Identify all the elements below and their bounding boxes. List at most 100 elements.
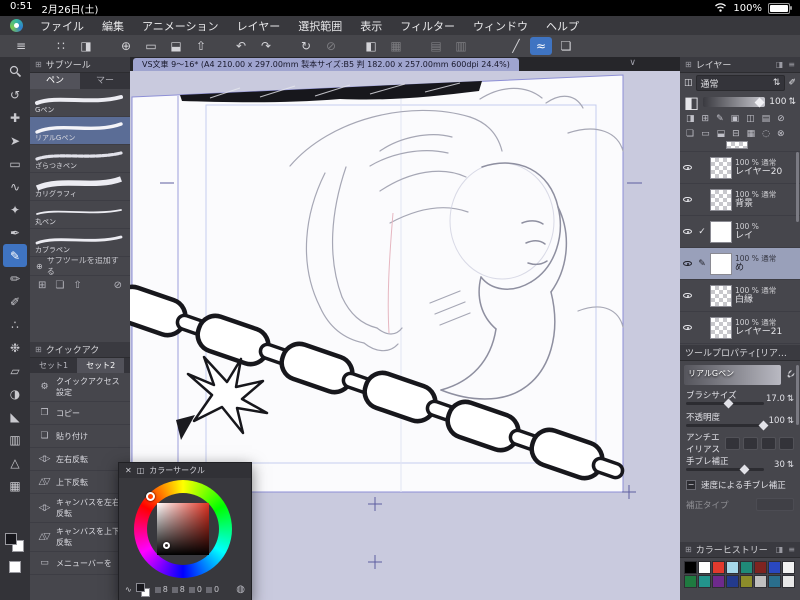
collapse-icon[interactable]: ◫ — [137, 466, 145, 475]
menu-edit[interactable]: 編集 — [93, 18, 133, 34]
color-swatch[interactable] — [754, 561, 767, 574]
grid-toggle-button[interactable]: ▦ — [385, 37, 407, 55]
brush-size-slider[interactable] — [686, 398, 764, 409]
blend-mode-select[interactable]: 通常 ⇅ — [695, 75, 786, 91]
paste-command[interactable]: ❏ 貼り付け — [30, 425, 130, 448]
color-swatch[interactable] — [684, 561, 697, 574]
layers-scrollbar[interactable] — [796, 152, 799, 222]
menu-selection[interactable]: 選択範囲 — [289, 18, 351, 34]
brush-tool[interactable]: ✐ — [3, 290, 27, 313]
flip-vertical-command[interactable]: △▽ 上下反転 — [30, 471, 130, 494]
layers-panel-menu-icon[interactable]: ≡ — [788, 60, 795, 69]
set-draft-icon[interactable]: ⊞ — [702, 114, 710, 124]
copy-command[interactable]: ❐ コピー — [30, 402, 130, 425]
close-icon[interactable]: ✕ — [125, 466, 132, 475]
workspace-button[interactable]: ∷ — [50, 37, 72, 55]
snap-ruler-button[interactable]: ▤ — [425, 37, 447, 55]
blend-tool[interactable]: ◑ — [3, 382, 27, 405]
action-icon[interactable]: ◌ — [762, 129, 770, 139]
color-swatch[interactable] — [768, 575, 781, 588]
color-swatch[interactable] — [740, 561, 753, 574]
layer-row-selected[interactable]: ✎ 100 % 通常め — [680, 248, 800, 280]
color-swatch[interactable] — [782, 561, 795, 574]
transfer-layer-icon[interactable]: ⬓ — [717, 129, 726, 139]
visibility-eye-icon[interactable] — [683, 290, 694, 301]
menu-filter[interactable]: フィルター — [391, 18, 464, 34]
subtool-calligraphy[interactable]: カリグラフィ — [30, 173, 130, 201]
color-swatch[interactable] — [726, 575, 739, 588]
object-tool[interactable]: ➤ — [3, 129, 27, 152]
add-subtool-button[interactable]: ⊕ サブツールを追加する — [30, 256, 130, 276]
color-swatch[interactable] — [712, 561, 725, 574]
clip-studio-paint-logo-icon[interactable] — [10, 19, 23, 32]
color-swatch[interactable] — [698, 561, 711, 574]
antialias-strong-button[interactable] — [779, 436, 794, 450]
subtool-rough-pen[interactable]: ざらつきペン — [30, 145, 130, 173]
new-subtool-icon[interactable]: ⊞ — [38, 280, 46, 291]
deselect-button[interactable]: ⊘ — [320, 37, 342, 55]
stepper-icon[interactable]: ⇅ — [787, 394, 794, 404]
visibility-eye-icon[interactable] — [683, 322, 694, 333]
new-canvas-button[interactable]: ⊕ — [115, 37, 137, 55]
delete-subtool-icon[interactable]: ⊘ — [114, 280, 122, 291]
undo-button[interactable]: ↶ — [230, 37, 252, 55]
layer-row-partial[interactable] — [680, 141, 800, 152]
marquee-select-tool[interactable]: ▭ — [3, 152, 27, 175]
mask-icon[interactable]: ▤ — [762, 114, 771, 124]
visibility-eye-icon[interactable] — [683, 194, 694, 205]
curve-tool-button[interactable]: ≈ — [530, 37, 552, 55]
eyedropper-tool[interactable]: ✒ — [3, 221, 27, 244]
layers-panel-option-icon[interactable]: ◨ — [776, 60, 784, 69]
main-color-chip[interactable] — [5, 533, 17, 545]
tone-layer-icon[interactable]: ▦ — [747, 129, 756, 139]
color-swatch[interactable] — [698, 575, 711, 588]
menu-bar-command[interactable]: ▭ メニューバーを — [30, 552, 130, 575]
stepper-icon[interactable]: ⇅ — [787, 416, 794, 426]
move-tool[interactable]: ✚ — [3, 106, 27, 129]
figure-tool[interactable]: △ — [3, 451, 27, 474]
antialias-weak-button[interactable] — [743, 436, 758, 450]
lasso-tool[interactable]: ∿ — [3, 175, 27, 198]
speed-stabilization-checkbox[interactable]: − — [686, 480, 696, 490]
subtool-round-pen[interactable]: 丸ペン — [30, 201, 130, 229]
delete-layer-icon[interactable]: ⊗ — [777, 129, 785, 139]
line-tool-button[interactable]: ╱ — [505, 37, 527, 55]
popup-main-color-chip[interactable] — [135, 582, 145, 592]
rotate-view-tool[interactable]: ↺ — [3, 83, 27, 106]
visibility-eye-icon[interactable] — [683, 226, 694, 237]
material-panel-button[interactable]: ❏ — [555, 37, 577, 55]
color-swatch[interactable] — [740, 575, 753, 588]
opacity-slider[interactable] — [686, 420, 769, 431]
hue-indicator[interactable] — [146, 492, 155, 501]
gradient-tool[interactable]: ▥ — [3, 428, 27, 451]
flip-horizontal-command[interactable]: ◁▷ 左右反転 — [30, 448, 130, 471]
correction-type-select[interactable] — [756, 498, 794, 511]
open-file-button[interactable]: ▭ — [140, 37, 162, 55]
menu-layer[interactable]: レイヤー — [228, 18, 290, 34]
color-swatch[interactable] — [726, 561, 739, 574]
wrench-icon[interactable] — [784, 369, 796, 381]
color-swatch[interactable] — [684, 575, 697, 588]
sv-indicator[interactable] — [163, 542, 170, 549]
menu-view[interactable]: 表示 — [351, 18, 391, 34]
redo-button[interactable]: ↷ — [255, 37, 277, 55]
color-swatch[interactable] — [754, 575, 767, 588]
tool-property-scrollbar[interactable] — [796, 365, 799, 425]
pencil-tool[interactable]: ✏ — [3, 267, 27, 290]
color-swatch[interactable] — [712, 575, 725, 588]
main-menu-button[interactable]: ≡ — [10, 37, 32, 55]
main-sub-color-chips[interactable] — [5, 533, 25, 553]
antialias-middle-button[interactable] — [761, 436, 776, 450]
transparent-color-chip[interactable] — [9, 561, 21, 573]
new-raster-layer-icon[interactable]: ❏ — [686, 129, 694, 139]
visibility-eye-icon[interactable] — [683, 258, 694, 269]
new-folder-icon[interactable]: ▭ — [701, 129, 710, 139]
stabilization-slider[interactable] — [686, 464, 764, 475]
save-button[interactable]: ⬓ — [165, 37, 187, 55]
color-swatch[interactable] — [782, 575, 795, 588]
pen-tool[interactable]: ✎ — [3, 244, 27, 267]
eraser-tool[interactable]: ▱ — [3, 359, 27, 382]
clip-at-layer-icon[interactable]: ◨ — [686, 114, 695, 124]
flip-canvas-horizontal-command[interactable]: ◁▷ キャンバスを左右反転 — [30, 494, 130, 523]
subtool-g-pen[interactable]: Gペン — [30, 89, 130, 117]
